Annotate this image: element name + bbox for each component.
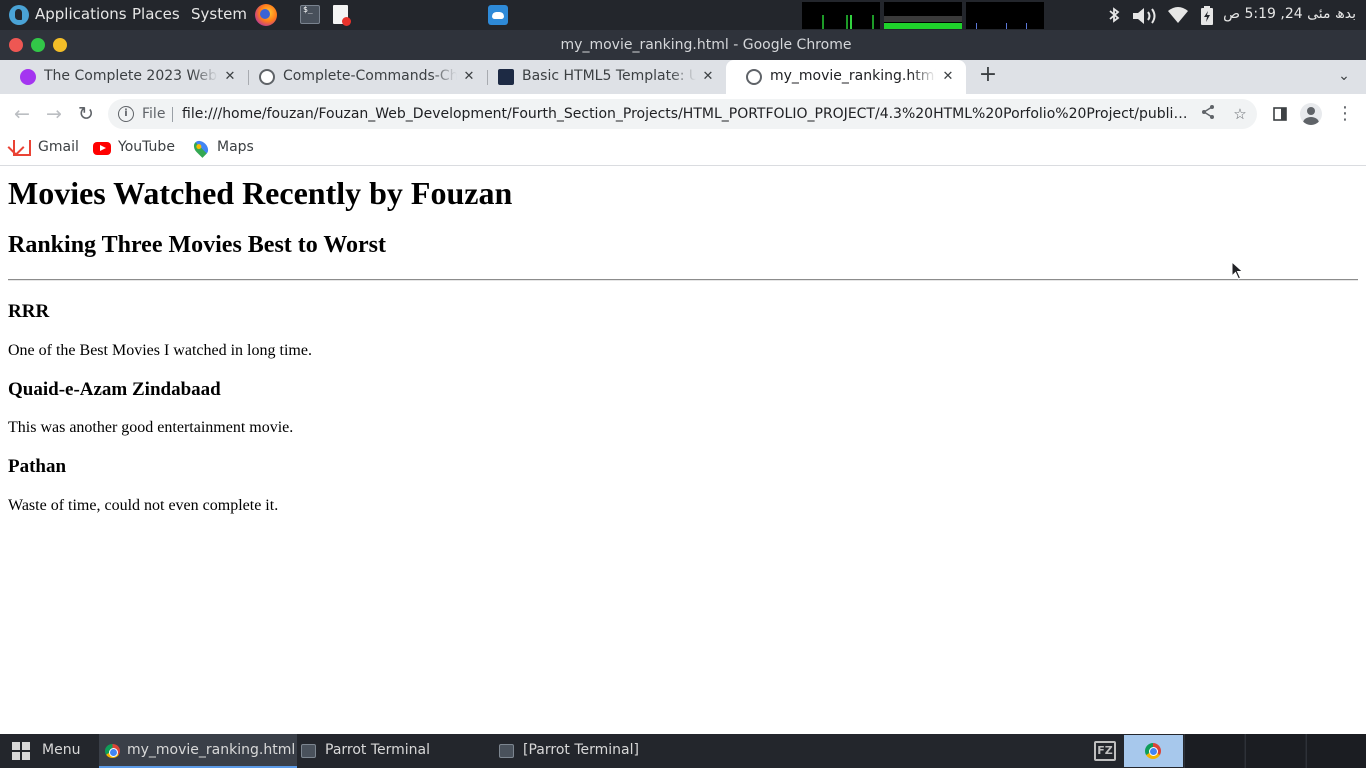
close-tab-icon[interactable]: ✕ [940, 60, 956, 93]
tab-strip: The Complete 2023 Web Development Bootca… [0, 60, 1366, 94]
task-chrome-window[interactable]: my_movie_ranking.html - Google Chrome [99, 734, 297, 768]
movie-title-2: Quaid-e-Azam Zindabaad [8, 379, 221, 400]
maps-icon [191, 138, 211, 158]
memory-monitor-graph[interactable] [884, 2, 962, 29]
network-monitor-graph[interactable] [966, 2, 1044, 29]
task-parrot-terminal-2[interactable]: [Parrot Terminal] [495, 734, 693, 768]
close-tab-icon[interactable]: ✕ [222, 60, 238, 93]
globe-favicon-icon [259, 69, 275, 85]
profile-avatar-icon[interactable] [1300, 103, 1322, 125]
bluetooth-icon[interactable] [1105, 6, 1123, 24]
movie-review-3: Waste of time, could not even complete i… [8, 497, 279, 514]
firefox-launcher-icon[interactable] [255, 4, 277, 26]
bookmark-youtube[interactable]: YouTube [93, 134, 175, 162]
side-panel-icon[interactable] [1266, 100, 1294, 128]
back-button[interactable]: ← [8, 100, 36, 128]
top-panel: Applications Places System بدھ مئی 24, 5… [0, 0, 1366, 30]
tab-web-dev-bootcamp[interactable]: The Complete 2023 Web Development Bootca… [0, 60, 248, 94]
chrome-tray-button[interactable] [1124, 735, 1183, 767]
file-scheme-chip: File [142, 106, 166, 122]
new-tab-button[interactable]: + [976, 64, 1000, 88]
workspace-1[interactable] [1184, 734, 1244, 768]
filezilla-tray-icon[interactable]: FZ [1094, 741, 1116, 761]
tab-search-chevron-icon[interactable]: ⌄ [1334, 66, 1354, 86]
movie-review-1: One of the Best Movies I watched in long… [8, 342, 312, 359]
workspace-2[interactable] [1245, 734, 1305, 768]
text-editor-launcher-icon[interactable] [333, 5, 351, 26]
wifi-icon[interactable] [1168, 6, 1188, 24]
terminal-launcher-icon[interactable] [300, 5, 320, 24]
page-content: Movies Watched Recently by Fouzan Rankin… [0, 167, 1366, 734]
task-parrot-terminal[interactable]: Parrot Terminal [297, 734, 495, 768]
window-title: my_movie_ranking.html - Google Chrome [560, 37, 852, 53]
cpu-monitor-graph[interactable] [802, 2, 880, 29]
divider [8, 279, 1358, 281]
tab-commands-cheatsheet[interactable]: Complete-Commands-Cheatsheet ✕ [239, 60, 487, 94]
tab-html5-template[interactable]: Basic HTML5 Template: Use This HTML Boil… [478, 60, 726, 94]
movie-title-3: Pathan [8, 456, 67, 477]
more-options-icon[interactable]: ⋮ [1331, 100, 1359, 128]
reload-button[interactable]: ↻ [72, 100, 100, 128]
forward-button[interactable]: → [40, 100, 68, 128]
terminal-icon [301, 744, 316, 758]
share-icon[interactable] [1198, 104, 1218, 124]
grid-menu-icon [12, 742, 30, 760]
cloud-app-icon[interactable] [488, 5, 508, 25]
bookmark-maps[interactable]: Maps [191, 134, 254, 162]
volume-icon[interactable] [1131, 6, 1161, 24]
places-menu[interactable]: Places [132, 0, 180, 30]
address-bar[interactable]: i File file:///home/fouzan/Fouzan_Web_De… [108, 99, 1257, 129]
bookmark-gmail[interactable]: Gmail [13, 134, 79, 162]
applications-menu[interactable]: Applications [35, 0, 127, 30]
gmail-icon [13, 140, 31, 156]
parrot-logo-icon[interactable] [9, 5, 29, 25]
close-tab-icon[interactable]: ✕ [700, 60, 716, 93]
youtube-icon [93, 142, 111, 155]
system-menu[interactable]: System [191, 0, 247, 30]
page-subheading: Ranking Three Movies Best to Worst [8, 232, 387, 258]
clock[interactable]: بدھ مئی 24, 5:19 ص [1223, 0, 1356, 30]
tab-my-movie-ranking[interactable]: my_movie_ranking.html ✕ [726, 60, 966, 94]
chrome-icon [1145, 743, 1161, 759]
battery-icon[interactable] [1200, 6, 1214, 25]
movie-review-2: This was another good entertainment movi… [8, 419, 294, 436]
taskbar: Menu my_movie_ranking.html - Google Chro… [0, 734, 1366, 768]
freecodecamp-favicon-icon [498, 69, 514, 85]
site-info-icon[interactable]: i [118, 106, 134, 122]
workspace-3[interactable] [1306, 734, 1366, 768]
bookmarks-bar: Gmail YouTube Maps [0, 134, 1366, 166]
window-title-bar[interactable]: my_movie_ranking.html - Google Chrome [0, 30, 1366, 60]
globe-favicon-icon [746, 69, 762, 85]
bookmark-star-icon[interactable]: ☆ [1230, 104, 1250, 124]
udemy-favicon-icon [20, 69, 36, 85]
chrome-icon [105, 744, 120, 758]
movie-title-1: RRR [8, 301, 50, 322]
url-text[interactable]: file:///home/fouzan/Fouzan_Web_Developme… [182, 99, 1192, 129]
browser-toolbar: ← → ↻ i File file:///home/fouzan/Fouzan_… [0, 94, 1366, 134]
terminal-icon [499, 744, 514, 758]
menu-button[interactable]: Menu [0, 734, 92, 768]
page-heading: Movies Watched Recently by Fouzan [8, 175, 513, 211]
close-tab-icon[interactable]: ✕ [461, 60, 477, 93]
